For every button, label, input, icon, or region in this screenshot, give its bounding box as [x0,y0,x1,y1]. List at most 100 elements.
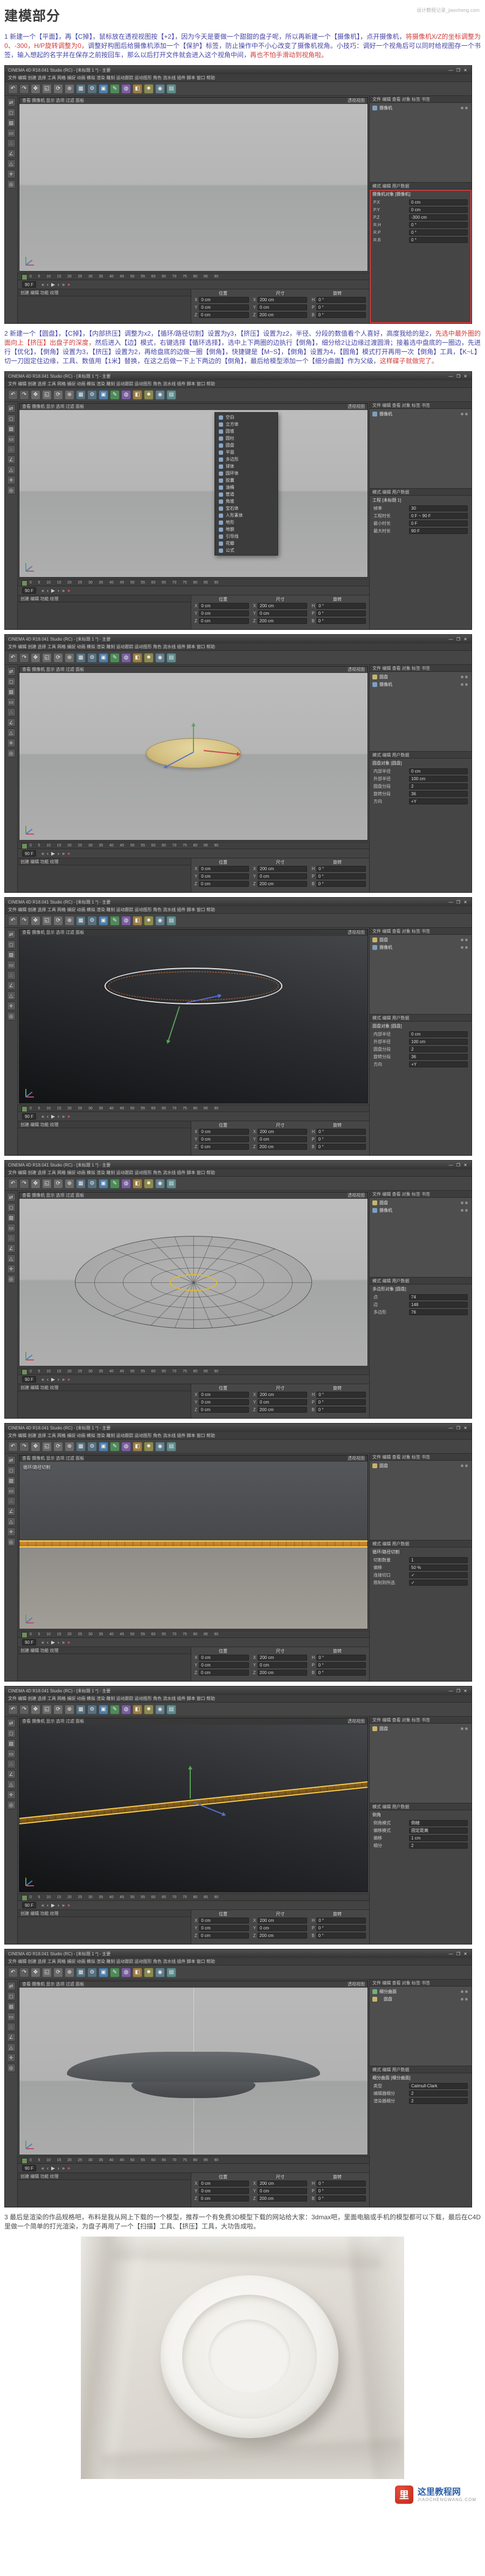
object-manager-menu[interactable]: 文件 编辑 查看 对象 标签 书签 [370,1191,472,1198]
render-view-icon[interactable]: ▦ [76,84,86,94]
object-disc[interactable]: 圆盘 [370,1199,472,1206]
prev-key-icon[interactable]: ‹ [47,1112,48,1121]
workplane-icon[interactable]: ▭ [6,2012,16,2021]
coordinate-field[interactable]: X 200 cm [253,602,308,609]
coordinate-field[interactable]: Z 200 cm [253,1932,308,1939]
environment-icon[interactable]: ▤ [167,84,176,94]
move-icon[interactable]: ✥ [31,84,40,94]
menu-bar[interactable]: 文件 编辑 创建 选择 工具 网格 捕捉 动画 模拟 渲染 雕刻 运动跟踪 运动… [5,1695,472,1703]
window-controls[interactable]: — ❐ ✕ [449,637,468,642]
coordinate-field[interactable]: P0 ° [311,1136,366,1143]
coordinate-field[interactable]: H0 ° [311,865,366,872]
edges-mode-icon[interactable]: ∠ [6,1244,16,1253]
attribute-manager-menu[interactable]: 模式 编辑 用户数据 [370,1015,472,1022]
frame-field[interactable]: 90 F [22,1639,37,1645]
coordinate-field[interactable]: Y0 cm [195,873,249,880]
attribute-manager-menu[interactable]: 模式 编辑 用户数据 [370,1277,472,1284]
viewport-menu[interactable]: 查看 摄像机 显示 选项 过滤 面板 透视视图 [19,1192,368,1199]
window-controls[interactable]: — ❐ ✕ [449,1952,468,1956]
axis-mode-icon[interactable]: ✛ [6,1527,16,1536]
coord-system-icon[interactable]: ⊕ [65,652,74,663]
y-axis-arrow[interactable] [189,1769,191,1799]
subdivision-icon[interactable]: ◍ [121,1178,131,1189]
polygons-mode-icon[interactable]: △ [6,1780,16,1789]
y-axis-arrow[interactable] [168,1006,181,1040]
coordinate-field[interactable]: H0 ° [311,296,366,303]
mograph-icon[interactable]: ◧ [133,1178,142,1189]
light-icon[interactable]: ✸ [144,915,154,926]
rotate-icon[interactable]: ⟳ [53,390,63,400]
points-mode-icon[interactable]: ∴ [6,1760,16,1768]
viewport-perspective[interactable]: 查看 摄像机 显示 选项 过滤 面板 透视视图 空白 立方体 圆锥 圆柱 圆盘 平面 多边形球… [19,403,368,578]
coordinate-field[interactable]: B0 ° [311,1669,366,1676]
play-icon[interactable]: ▶ [51,849,55,858]
mograph-icon[interactable]: ◧ [133,1704,142,1714]
coordinate-field[interactable]: Z 200 cm [253,880,308,887]
coordinate-field[interactable]: P0 ° [311,2188,366,2195]
model-mode-icon[interactable]: ◻ [6,1729,16,1738]
menu-item[interactable]: 空白 [215,414,278,421]
model-mode-icon[interactable]: ◻ [6,1992,16,2001]
menu-item[interactable]: 宝石体 [215,505,278,512]
play-icon[interactable]: ▶ [51,2164,55,2172]
go-end-icon[interactable]: » [62,2164,65,2172]
window-controls[interactable]: — ❐ ✕ [449,68,468,73]
workplane-icon[interactable]: ▭ [6,1749,16,1758]
window-controls[interactable]: — ❐ ✕ [449,374,468,379]
play-icon[interactable]: ▶ [51,1901,55,1910]
next-key-icon[interactable]: › [58,1638,59,1647]
move-icon[interactable]: ✥ [31,1441,40,1452]
subdivision-icon[interactable]: ◍ [121,915,131,926]
play-icon[interactable]: ▶ [51,586,55,595]
move-icon[interactable]: ✥ [31,915,40,926]
frame-field[interactable]: 90 F [22,1902,37,1908]
coordinate-field[interactable]: H0 ° [311,2180,366,2187]
undo-icon[interactable]: ↶ [8,84,18,94]
coordinate-field[interactable]: Y0 cm [195,1662,249,1669]
coordinate-field[interactable]: P0 ° [311,873,366,880]
subdivision-icon[interactable]: ◍ [121,390,131,400]
points-mode-icon[interactable]: ∴ [6,445,16,454]
coordinate-field[interactable]: Z 200 cm [253,1143,308,1150]
coordinate-field[interactable]: Y0 cm [253,1662,308,1669]
coordinate-field[interactable]: X0 cm [195,1917,249,1924]
menu-bar[interactable]: 文件 编辑 创建 选择 工具 网格 捕捉 动画 模拟 渲染 雕刻 运动跟踪 运动… [5,380,472,388]
subdivision-icon[interactable]: ◍ [121,84,131,94]
coordinate-field[interactable]: H0 ° [311,1654,366,1661]
coordinate-field[interactable]: P0 ° [311,1399,366,1406]
coord-system-icon[interactable]: ⊕ [65,1178,74,1189]
record-icon[interactable]: ● [67,1112,70,1121]
workplane-icon[interactable]: ▭ [6,961,16,969]
coordinate-field[interactable]: Z 200 cm [253,617,308,624]
render-view-icon[interactable]: ▦ [76,1967,86,1977]
next-key-icon[interactable]: › [58,849,59,858]
render-view-icon[interactable]: ▦ [76,1704,86,1714]
menu-bar[interactable]: 文件 编辑 创建 选择 工具 网格 捕捉 动画 模拟 渲染 雕刻 运动跟踪 运动… [5,1432,472,1440]
coordinate-field[interactable]: Z0 cm [195,2195,249,2202]
texture-mode-icon[interactable]: ▨ [6,950,16,959]
render-settings-icon[interactable]: ⚙ [87,915,97,926]
environment-icon[interactable]: ▤ [167,1967,176,1977]
spline-pen-icon[interactable]: ✎ [110,1967,120,1977]
viewport-solo-icon[interactable]: ◎ [6,486,16,495]
coordinate-field[interactable]: Y0 cm [253,2188,308,2195]
record-icon[interactable]: ● [67,586,70,595]
coordinate-field[interactable]: Y0 cm [253,1136,308,1143]
redo-icon[interactable]: ↷ [19,915,29,926]
make-editable-icon[interactable]: ⇄ [6,1193,16,1202]
viewport-menu[interactable]: 查看 摄像机 显示 选项 过滤 面板 透视视图 [19,1981,368,1988]
viewport-solo-icon[interactable]: ◎ [6,180,16,189]
material-menu[interactable]: 创建 编辑 功能 纹理 [18,1121,191,1128]
subdivision-icon[interactable]: ◍ [121,1704,131,1714]
attribute-row[interactable]: 旋转分段 36 [370,1053,472,1060]
undo-icon[interactable]: ↶ [8,390,18,400]
menu-bar[interactable]: 文件 编辑 创建 选择 工具 网格 捕捉 动画 模拟 渲染 雕刻 运动跟踪 运动… [5,1958,472,1966]
go-start-icon[interactable]: « [41,1375,44,1384]
menu-item[interactable]: 球体 [215,463,278,470]
attribute-row[interactable]: P.Y 0 cm [370,206,472,213]
window-controls[interactable]: — ❐ ✕ [449,900,468,905]
workplane-icon[interactable]: ▭ [6,698,16,706]
environment-icon[interactable]: ▤ [167,1704,176,1714]
material-menu[interactable]: 创建 编辑 功能 纹理 [18,858,191,865]
coordinate-field[interactable]: Y0 cm [195,1399,249,1406]
